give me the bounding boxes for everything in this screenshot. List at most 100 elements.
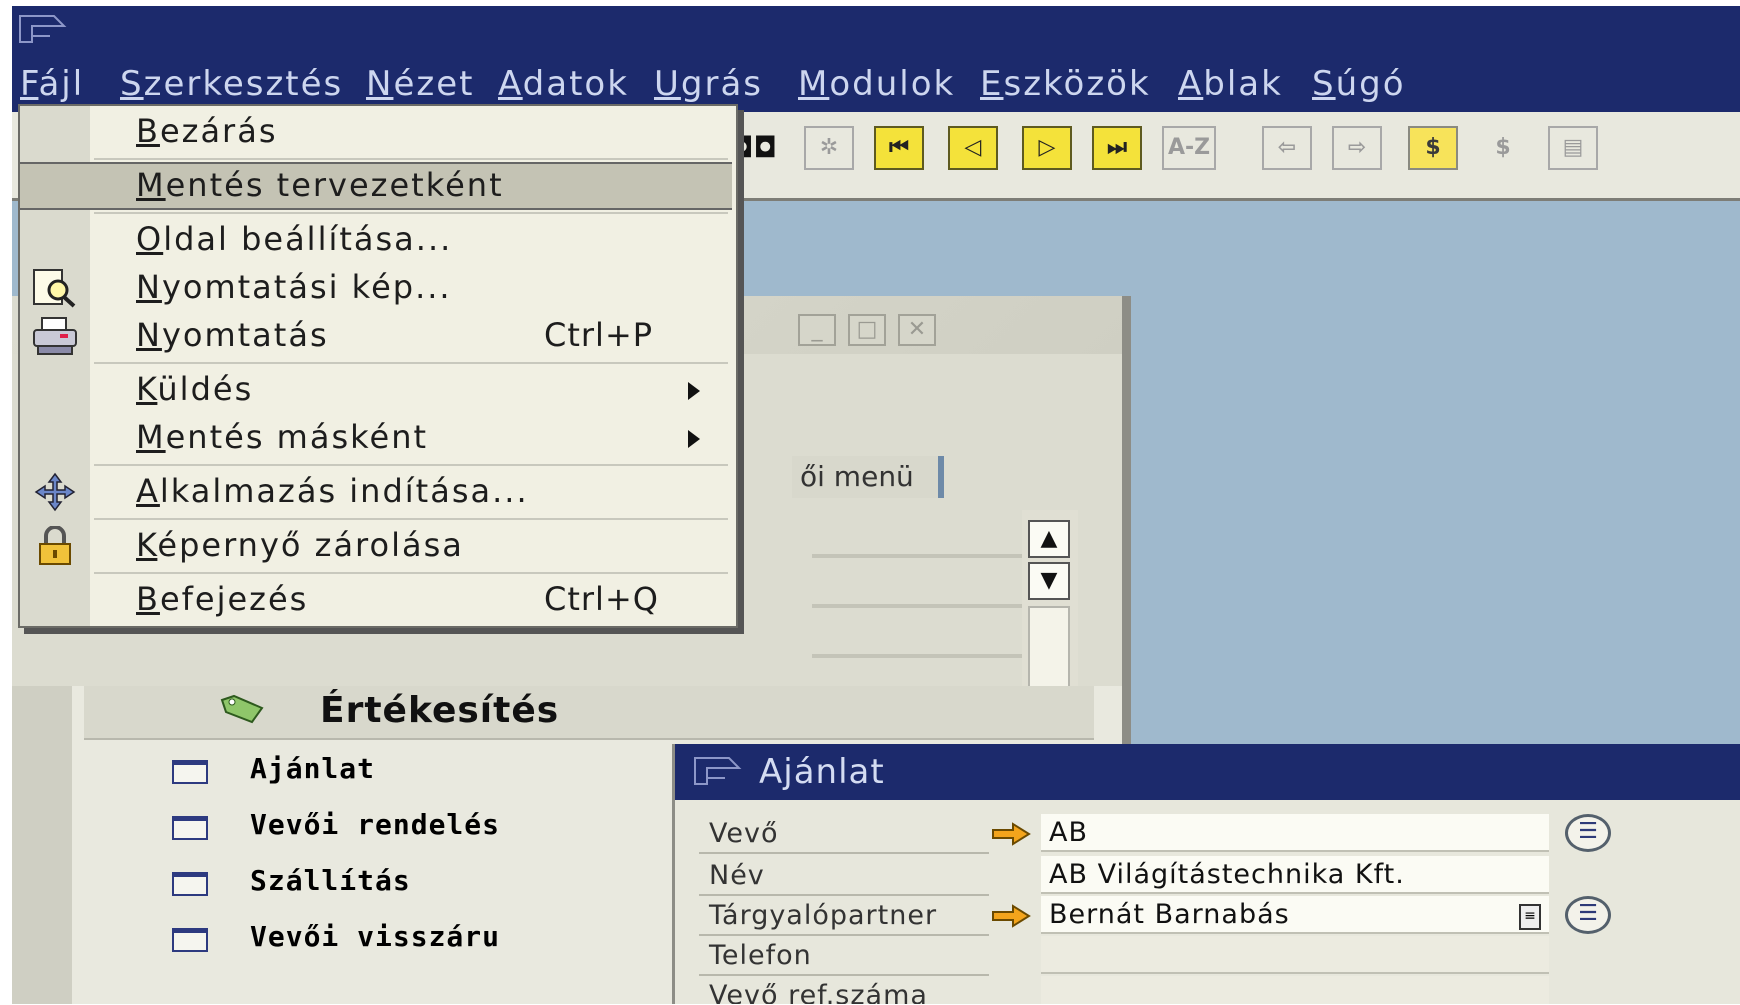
form-window-icon (172, 816, 208, 840)
tree-item-label: Vevői rendelés (250, 808, 501, 841)
sap-b1-app: Fájl Szerkesztés Nézet Adatok Ugrás Modu… (12, 6, 1740, 1004)
field-row-customer-ref: Vevő ref.száma (699, 976, 1740, 1004)
menu-separator (94, 158, 728, 160)
field-label: Tárgyalópartner (709, 900, 938, 931)
submenu-arrow-icon (688, 382, 700, 400)
window-menu-icon[interactable] (693, 754, 743, 788)
menu-edit[interactable]: Szerkesztés (120, 64, 343, 104)
layout-designer-icon[interactable]: ▤ (1548, 126, 1598, 170)
scroll-up-button[interactable]: ▲ (1028, 520, 1070, 558)
form-window-icon (172, 760, 208, 784)
menu-item-label: Befejezés (136, 580, 309, 618)
menu-shortcut: Ctrl+Q (544, 580, 659, 618)
menu-data[interactable]: Adatok (498, 64, 629, 104)
menu-item-exit[interactable]: Befejezés Ctrl+Q (20, 576, 736, 624)
menu-item-send[interactable]: Küldés (20, 366, 736, 414)
menu-file[interactable]: Fájl (20, 64, 84, 104)
menu-item-label: Mentés másként (136, 418, 429, 456)
menu-window[interactable]: Ablak (1178, 64, 1283, 104)
tree-section-label: Értékesítés (320, 690, 560, 731)
tree-section-sales[interactable]: Értékesítés (84, 686, 1094, 740)
tree-item-label: Vevői visszáru (250, 920, 501, 953)
choose-from-list-button[interactable]: ☰ (1565, 896, 1611, 934)
customer-input[interactable]: AB (1041, 814, 1549, 852)
quotation-titlebar: Ajánlat (675, 744, 1740, 800)
field-label: Vevő ref.száma (709, 980, 928, 1004)
menu-item-print[interactable]: Nyomtatás Ctrl+P (20, 312, 736, 360)
tree-item-label: Szállítás (250, 864, 411, 897)
contact-person-input[interactable]: Bernát Barnabás (1041, 896, 1549, 934)
sort-folder-icon[interactable]: A-Z (1162, 126, 1216, 170)
scroll-down-button[interactable]: ▼ (1028, 562, 1070, 600)
printer-icon (33, 317, 77, 355)
menu-item-launch-application[interactable]: Alkalmazás indítása... (20, 468, 736, 516)
divider (812, 654, 1022, 658)
menu-item-save-as-draft[interactable]: Mentés tervezetként (20, 162, 732, 210)
menu-separator (94, 212, 728, 214)
field-row-customer: Vevő AB ☰ (699, 814, 1740, 854)
phone-input[interactable] (1041, 936, 1549, 974)
field-row-contact: Tárgyalópartner Bernát Barnabás ≡ ☰ (699, 896, 1740, 936)
choose-from-list-button[interactable]: ☰ (1565, 814, 1611, 852)
gross-profit-icon[interactable]: $ (1408, 126, 1458, 170)
menu-item-label: Nyomtatási kép... (136, 268, 452, 306)
customer-ref-input[interactable] (1041, 976, 1549, 1004)
add-record-icon[interactable]: ✲ (804, 126, 854, 170)
money-bag-icon[interactable]: $ (1478, 126, 1528, 170)
menu-goto[interactable]: Ugrás (654, 64, 763, 104)
link-arrow-icon[interactable] (991, 822, 1031, 846)
link-arrow-icon[interactable] (991, 904, 1031, 928)
move-arrows-icon (34, 472, 76, 512)
menu-shortcut: Ctrl+P (544, 316, 654, 354)
target-document-icon[interactable]: ⇨ (1332, 126, 1382, 170)
divider (812, 554, 1022, 558)
field-label: Vevő (709, 818, 779, 849)
label-underline (699, 852, 989, 854)
first-record-icon[interactable]: ⏮ (874, 126, 924, 170)
close-button[interactable]: ✕ (898, 314, 936, 346)
field-label: Név (709, 860, 765, 891)
divider (812, 604, 1022, 608)
menu-help[interactable]: Súgó (1312, 64, 1406, 104)
menu-separator (94, 362, 728, 364)
tree-gutter (12, 686, 72, 1004)
file-menu-dropdown: Bezárás Mentés tervezetként Oldal beállí… (18, 104, 738, 628)
tab-main-menu[interactable]: ői menü (792, 456, 944, 498)
menu-view[interactable]: Nézet (366, 64, 474, 104)
window-menu-icon[interactable] (18, 12, 68, 46)
form-window-icon (172, 872, 208, 896)
window-title: Ajánlat (759, 752, 885, 792)
field-row-name: Név AB Világítástechnika Kft. (699, 856, 1740, 896)
menu-item-label: Nyomtatás (136, 316, 329, 354)
menu-item-save-as[interactable]: Mentés másként (20, 414, 736, 462)
menu-item-label: Képernyő zárolása (136, 526, 464, 564)
last-record-icon[interactable]: ⏭ (1092, 126, 1142, 170)
menu-item-label: Alkalmazás indítása... (136, 472, 529, 510)
clipboard-icon[interactable]: ≡ (1519, 904, 1541, 930)
menu-item-label: Küldés (136, 370, 254, 408)
menu-item-page-setup[interactable]: Oldal beállítása... (20, 216, 736, 264)
price-tag-icon (220, 694, 264, 724)
menu-item-close[interactable]: Bezárás (20, 108, 736, 156)
quotation-window: Ajánlat Vevő AB ☰ Név AB Világítástechni… (672, 744, 1740, 1004)
base-document-icon[interactable]: ⇦ (1262, 126, 1312, 170)
previous-record-icon[interactable]: ◁ (948, 126, 998, 170)
menu-separator (94, 518, 728, 520)
menu-item-label: Oldal beállítása... (136, 220, 453, 258)
minimize-button[interactable]: _ (798, 314, 836, 346)
menu-tools[interactable]: Eszközök (980, 64, 1151, 104)
name-input[interactable]: AB Világítástechnika Kft. (1041, 856, 1549, 894)
submenu-arrow-icon (688, 430, 700, 448)
menu-item-lock-screen[interactable]: Képernyő zárolása (20, 522, 736, 570)
menu-separator (94, 464, 728, 466)
tree-item-label: Ajánlat (250, 752, 376, 785)
menu-item-print-preview[interactable]: Nyomtatási kép... (20, 264, 736, 312)
next-record-icon[interactable]: ▷ (1022, 126, 1072, 170)
menu-item-label: Mentés tervezetként (136, 166, 504, 204)
form-window-icon (172, 928, 208, 952)
maximize-button[interactable]: □ (848, 314, 886, 346)
menu-modules[interactable]: Modulok (798, 64, 955, 104)
lock-icon (39, 526, 71, 565)
field-label: Telefon (709, 940, 812, 971)
print-preview-icon (33, 269, 76, 308)
